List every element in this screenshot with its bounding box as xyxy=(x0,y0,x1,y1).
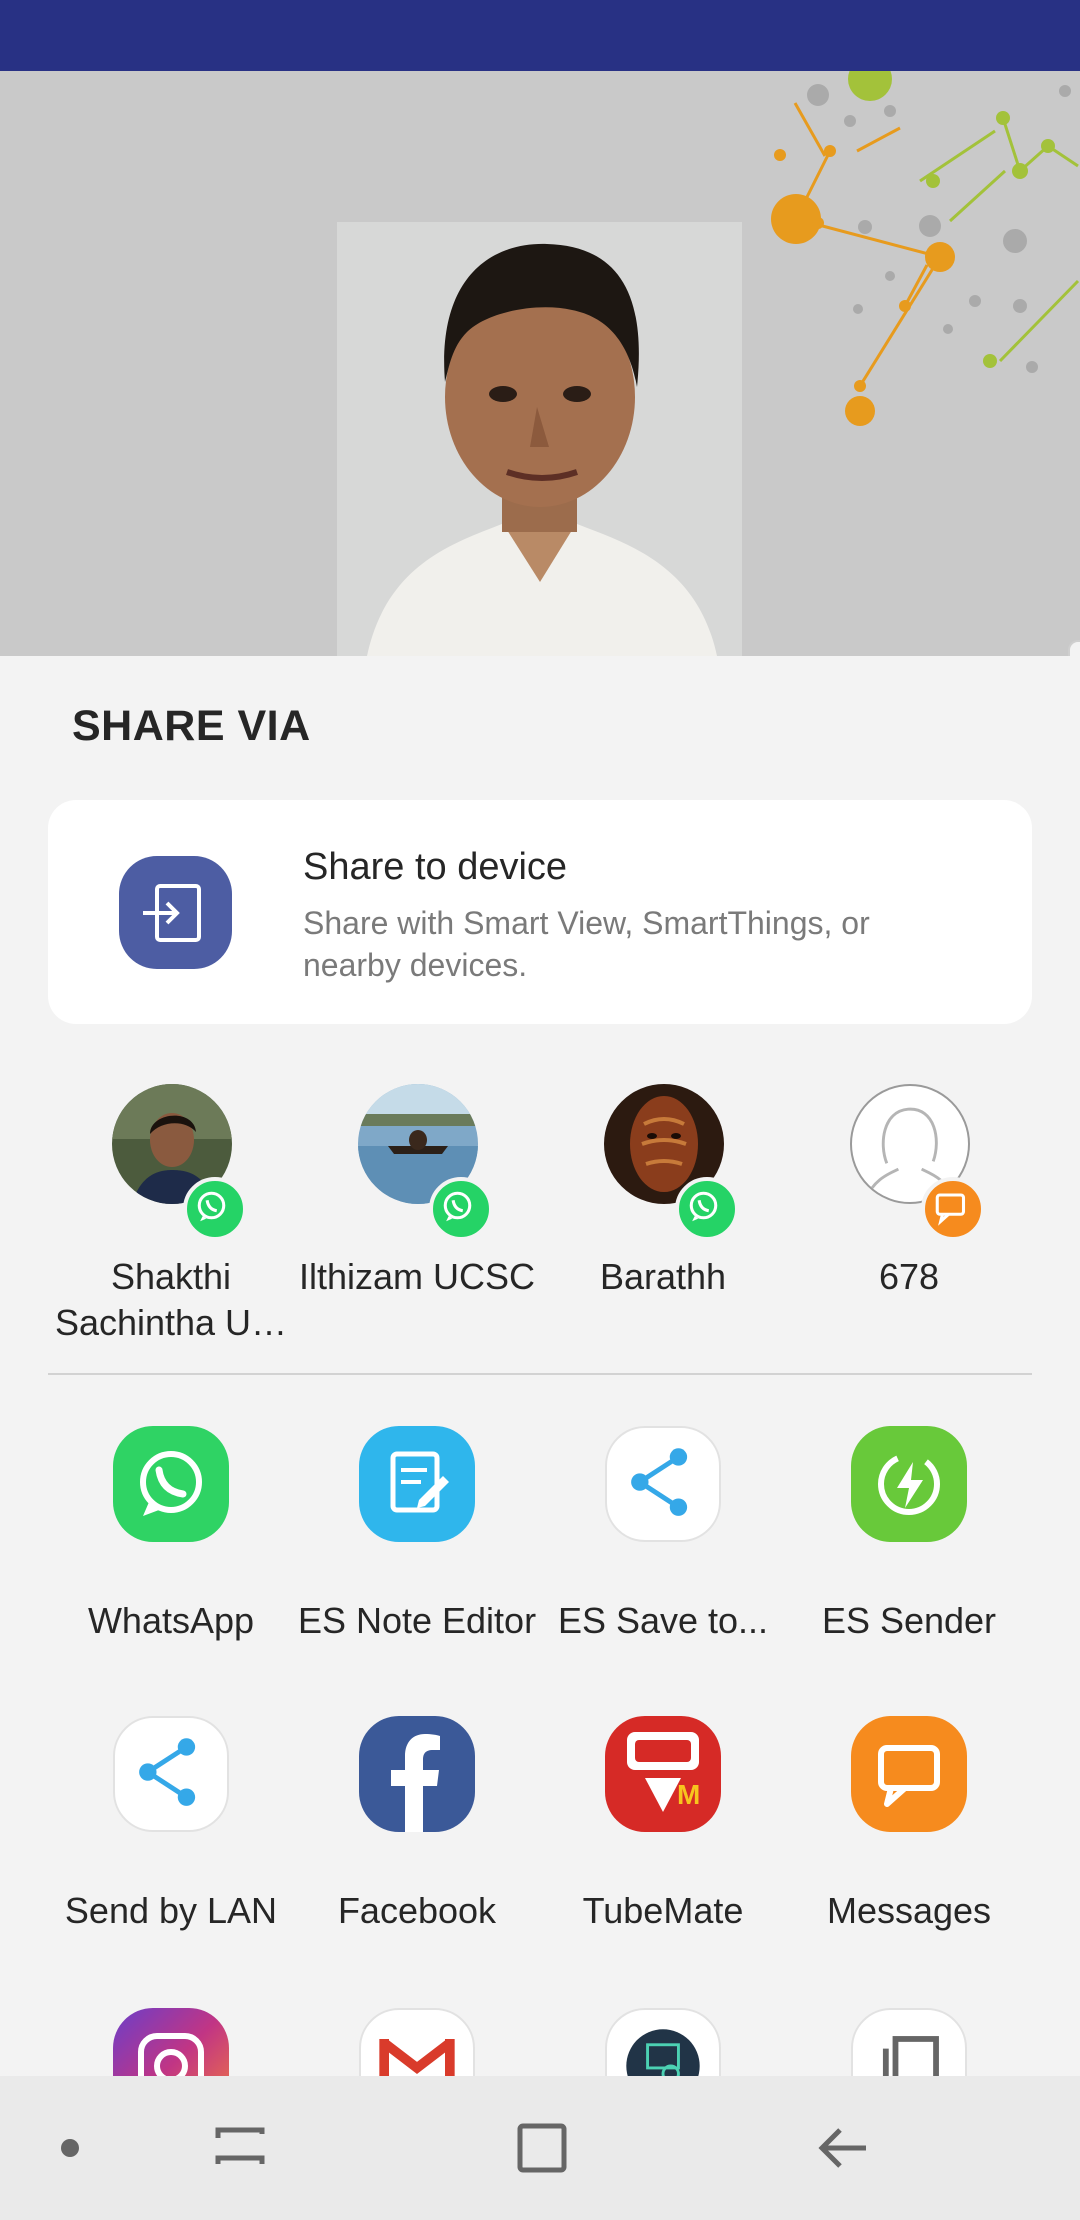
profile-photo xyxy=(337,222,742,656)
app-icon xyxy=(605,2008,721,2076)
facebook-icon xyxy=(359,1716,475,1832)
direct-share-row: Shakthi Sachintha U… Ilthizam UCSC Barat… xyxy=(48,1084,1032,1354)
app-label: Facebook xyxy=(337,1890,497,1931)
whatsapp-icon xyxy=(113,1426,229,1542)
share-to-device-card[interactable]: Share to device Share with Smart View, S… xyxy=(48,800,1032,1024)
share-to-device-subtitle: Share with Smart View, SmartThings, or n… xyxy=(303,905,870,983)
direct-share-contact[interactable]: 678 xyxy=(786,1084,1032,1354)
app-es-note-editor[interactable]: ES Note Editor xyxy=(294,1426,540,1676)
svg-text:M: M xyxy=(677,1779,700,1810)
app-messages[interactable]: Messages xyxy=(786,1716,1032,1966)
app-es-save[interactable]: ES Save to... xyxy=(540,1426,786,1676)
app-es-sender[interactable]: ES Sender xyxy=(786,1426,1032,1676)
direct-share-contact[interactable]: Barathh xyxy=(540,1084,786,1354)
contact-name: Shakthi Sachintha U… xyxy=(54,1256,288,1343)
contact-name: 678 xyxy=(878,1256,940,1297)
direct-share-contact[interactable]: Ilthizam UCSC xyxy=(294,1084,540,1354)
app-tubemate[interactable]: M TubeMate xyxy=(540,1716,786,1966)
app-copy[interactable] xyxy=(786,2008,1032,2076)
contact-name: Ilthizam UCSC xyxy=(298,1256,536,1297)
app-label: ES Save to... xyxy=(557,1600,769,1641)
divider xyxy=(48,1373,1032,1375)
recents-icon[interactable] xyxy=(200,2108,280,2188)
gmail-icon xyxy=(359,2008,475,2076)
app-label: Messages xyxy=(826,1890,992,1931)
share-to-device-icon xyxy=(119,856,232,969)
app-label: WhatsApp xyxy=(87,1600,255,1641)
molecule-decoration xyxy=(771,71,1080,426)
copy-icon xyxy=(851,2008,967,2076)
share-sheet: SHARE VIA Share to device Share with Sma… xyxy=(0,656,1080,2076)
tubemate-icon: M xyxy=(605,1716,721,1832)
home-icon[interactable] xyxy=(500,2108,580,2188)
es-sender-icon xyxy=(851,1426,967,1542)
whatsapp-icon xyxy=(183,1177,247,1241)
whatsapp-icon xyxy=(429,1177,493,1241)
back-icon[interactable] xyxy=(804,2108,884,2188)
messages-icon xyxy=(851,1716,967,1832)
app-whatsapp[interactable]: WhatsApp xyxy=(48,1426,294,1676)
whatsapp-icon xyxy=(675,1177,739,1241)
share-sheet-title: SHARE VIA xyxy=(72,702,311,750)
app-instagram[interactable] xyxy=(48,2008,294,2076)
dot-icon xyxy=(30,2108,110,2188)
share-to-device-title: Share to device xyxy=(303,846,568,888)
send-by-lan-icon xyxy=(113,1716,229,1832)
app-gmail[interactable] xyxy=(294,2008,540,2076)
navigation-bar xyxy=(0,2076,1080,2220)
direct-share-contact[interactable]: Shakthi Sachintha U… xyxy=(48,1084,294,1354)
app-label: ES Sender xyxy=(821,1600,997,1641)
app-label: ES Note Editor xyxy=(297,1600,537,1641)
contact-name: Barathh xyxy=(599,1256,727,1297)
app-label: TubeMate xyxy=(582,1890,744,1931)
status-bar xyxy=(0,0,1080,71)
app-facebook[interactable]: Facebook xyxy=(294,1716,540,1966)
es-save-icon xyxy=(605,1426,721,1542)
app-unknown[interactable] xyxy=(540,2008,786,2076)
app-send-by-lan[interactable]: Send by LAN xyxy=(48,1716,294,1966)
messages-icon xyxy=(921,1177,985,1241)
background-content xyxy=(0,71,1080,656)
app-label: Send by LAN xyxy=(64,1890,278,1931)
es-note-editor-icon xyxy=(359,1426,475,1542)
instagram-icon xyxy=(113,2008,229,2076)
